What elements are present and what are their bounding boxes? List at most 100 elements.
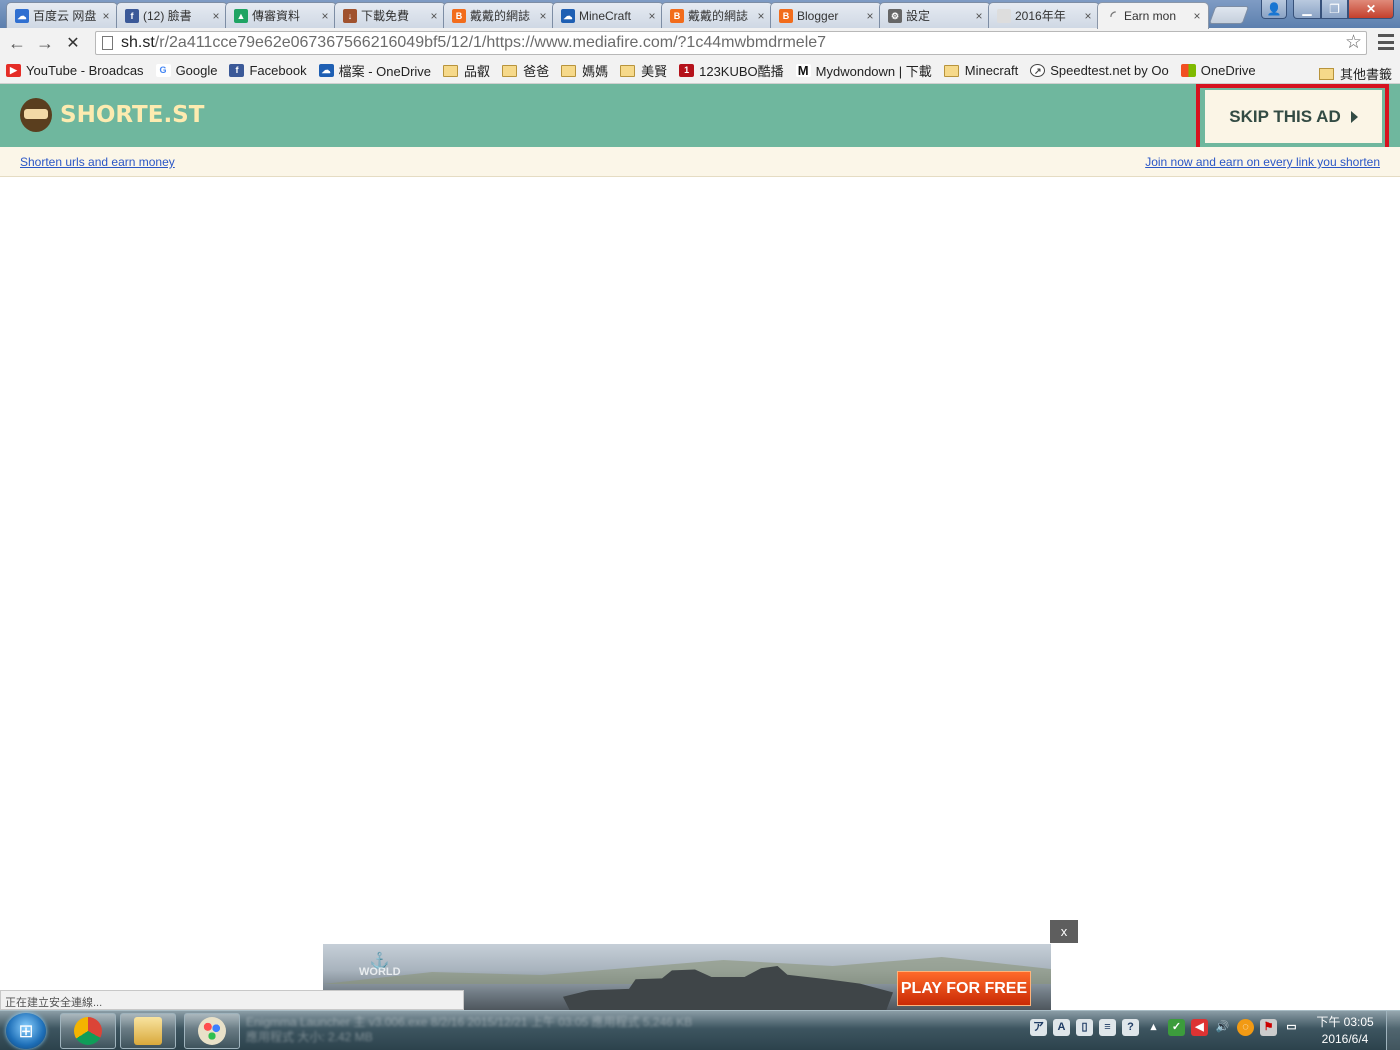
taskbar-chrome[interactable] bbox=[60, 1013, 116, 1049]
chrome-menu-button[interactable] bbox=[1378, 34, 1394, 50]
bookmark-speedtest[interactable]: ↗ Speedtest.net by Oo bbox=[1030, 63, 1169, 78]
tab-blogger[interactable]: B Blogger × bbox=[770, 2, 882, 28]
close-icon[interactable]: × bbox=[1191, 9, 1203, 23]
ad-close-button[interactable]: x bbox=[1050, 920, 1078, 943]
tab-google-drive[interactable]: ▲ 傳審資料 × bbox=[225, 2, 337, 28]
bookmark-onedrive-files[interactable]: ☁ 檔案 - OneDrive bbox=[318, 61, 431, 80]
tab-blog-2[interactable]: B 戴戴的網誌 × bbox=[661, 2, 773, 28]
tab-blog-1[interactable]: B 戴戴的網誌 × bbox=[443, 2, 555, 28]
close-icon[interactable]: × bbox=[319, 9, 331, 23]
network-icon[interactable]: ▭ bbox=[1283, 1019, 1300, 1036]
alert-icon[interactable]: ◀ bbox=[1191, 1019, 1208, 1036]
back-button[interactable]: ← bbox=[3, 29, 31, 57]
clock-date: 2016/6/4 bbox=[1321, 1032, 1369, 1046]
taskbar-paint[interactable] bbox=[184, 1013, 240, 1049]
security-shield-icon[interactable]: ✓ bbox=[1168, 1019, 1185, 1036]
bookmark-label: 123KUBO酷播 bbox=[699, 64, 784, 79]
keyboard-icon[interactable]: ≡ bbox=[1099, 1019, 1116, 1036]
bookmark-facebook[interactable]: f Facebook bbox=[229, 63, 307, 78]
close-icon[interactable]: × bbox=[537, 9, 549, 23]
url-host: sh.st bbox=[121, 34, 155, 51]
tab-baidu[interactable]: ☁ 百度云 网盘 × bbox=[6, 2, 118, 28]
tab-title: 2016年年 bbox=[1015, 9, 1066, 23]
stop-loading-button[interactable]: ✕ bbox=[59, 29, 87, 57]
start-button[interactable]: ⊞ bbox=[6, 1013, 46, 1049]
facebook-icon: f bbox=[125, 8, 139, 23]
tab-strip: ☁ 百度云 网盘 × f (12) 臉書 × ▲ 傳審資料 × ↓ 下載免費 ×… bbox=[0, 0, 1400, 29]
speaker-icon[interactable]: 🔊 bbox=[1214, 1019, 1231, 1036]
blogger-icon: B bbox=[670, 8, 684, 23]
bookmark-label: Mydwondown | 下載 bbox=[815, 64, 932, 79]
chrome-icon bbox=[74, 1017, 102, 1045]
other-bookmarks[interactable]: 其他書籤 bbox=[1318, 64, 1392, 83]
bookmark-123kubo[interactable]: 1 123KUBO酷播 bbox=[679, 61, 784, 80]
new-tab-button[interactable] bbox=[1208, 6, 1250, 24]
maximize-button[interactable]: ❐ bbox=[1321, 0, 1348, 19]
system-clock[interactable]: 下午 03:05 2016/6/4 bbox=[1310, 1014, 1380, 1048]
onedrive-icon: ☁ bbox=[318, 64, 334, 77]
bookmark-folder-3[interactable]: 媽媽 bbox=[561, 61, 608, 80]
bookmark-google[interactable]: G Google bbox=[155, 63, 217, 78]
bookmark-label: 爸爸 bbox=[523, 64, 550, 79]
folder-icon bbox=[561, 64, 577, 77]
forward-button[interactable]: → bbox=[31, 29, 59, 57]
window-controls: 👤 ▁ ❐ ✕ bbox=[1261, 0, 1394, 20]
close-icon[interactable]: × bbox=[646, 9, 658, 23]
close-icon[interactable]: × bbox=[210, 9, 222, 23]
tab-title: Blogger bbox=[797, 8, 839, 23]
bookmark-folder-1[interactable]: 品叡 bbox=[443, 61, 490, 80]
page-icon bbox=[102, 36, 113, 50]
folder-icon bbox=[502, 64, 518, 77]
close-icon[interactable]: × bbox=[864, 9, 876, 23]
layout-icon[interactable]: ▯ bbox=[1076, 1019, 1093, 1036]
user-profile-button[interactable]: 👤 bbox=[1261, 0, 1287, 19]
join-now-link[interactable]: Join now and earn on every link you shor… bbox=[1145, 155, 1380, 169]
close-icon[interactable]: × bbox=[100, 9, 112, 23]
tab-settings[interactable]: ⚙ 設定 × bbox=[879, 2, 991, 28]
close-icon[interactable]: × bbox=[428, 9, 440, 23]
onedrive-icon: ☁ bbox=[561, 8, 575, 23]
tab-title: 百度云 网盘 bbox=[33, 9, 97, 23]
tab-title: 戴戴的網誌 bbox=[688, 9, 749, 23]
m-logo-icon: M bbox=[795, 64, 811, 77]
minimize-button[interactable]: ▁ bbox=[1293, 0, 1321, 19]
loading-spinner-icon: ◜ bbox=[1110, 8, 1116, 23]
shorten-urls-link[interactable]: Shorten urls and earn money bbox=[20, 155, 175, 169]
address-bar[interactable]: sh.st /r/2a411cce79e62e067367566216049bf… bbox=[95, 31, 1367, 55]
windows-taskbar: ⊞ Enigmma Launcher 主 v3.006.exe 8/2/16 2… bbox=[0, 1010, 1400, 1050]
bookmark-onedrive[interactable]: OneDrive bbox=[1180, 63, 1256, 78]
chevron-up-icon[interactable]: ▴ bbox=[1145, 1019, 1162, 1036]
close-icon[interactable]: × bbox=[1082, 9, 1094, 23]
bookmark-star-icon[interactable]: ☆ bbox=[1345, 32, 1362, 54]
tab-facebook[interactable]: f (12) 臉書 × bbox=[116, 2, 228, 28]
bookmark-folder-minecraft[interactable]: Minecraft bbox=[943, 63, 1018, 78]
bookmark-mydwondown[interactable]: M Mydwondown | 下載 bbox=[795, 61, 932, 80]
bookmark-folder-2[interactable]: 爸爸 bbox=[502, 61, 549, 80]
language-a-icon[interactable]: A bbox=[1053, 1019, 1070, 1036]
blogger-icon: B bbox=[779, 8, 793, 23]
tab-earn-money-active[interactable]: ◜ Earn mon × bbox=[1097, 2, 1209, 29]
tab-minecraft[interactable]: ☁ MineCraft × bbox=[552, 2, 664, 28]
google-icon: G bbox=[155, 64, 171, 77]
tab-2016[interactable]: 2016年年 × bbox=[988, 2, 1100, 28]
show-desktop-button[interactable] bbox=[1386, 1011, 1400, 1050]
tab-title: 下載免費 bbox=[361, 9, 410, 23]
browser-toolbar: ← → ✕ sh.st /r/2a411cce79e62e06736756621… bbox=[0, 28, 1400, 58]
bookmark-label: 美賢 bbox=[641, 64, 668, 79]
help-icon[interactable]: ? bbox=[1122, 1019, 1139, 1036]
close-window-button[interactable]: ✕ bbox=[1348, 0, 1394, 19]
bookmark-folder-4[interactable]: 美賢 bbox=[620, 61, 667, 80]
close-icon[interactable]: × bbox=[973, 9, 985, 23]
folder-icon bbox=[1318, 67, 1334, 80]
shortest-subbar: Shorten urls and earn money Join now and… bbox=[0, 147, 1400, 177]
ime-icon[interactable]: ア bbox=[1030, 1019, 1047, 1036]
skip-ad-button[interactable]: SKIP THIS AD bbox=[1205, 90, 1382, 143]
tab-download[interactable]: ↓ 下載免費 × bbox=[334, 2, 446, 28]
shortest-logo[interactable]: SHORTE.ST bbox=[20, 98, 204, 132]
taskbar-explorer[interactable] bbox=[120, 1013, 176, 1049]
close-icon[interactable]: × bbox=[755, 9, 767, 23]
bookmark-youtube[interactable]: ▶ YouTube - Broadcas bbox=[6, 63, 144, 78]
action-center-flag-icon[interactable]: ⚑ bbox=[1260, 1019, 1277, 1036]
update-icon[interactable]: ◌ bbox=[1237, 1019, 1254, 1036]
play-for-free-button[interactable]: PLAY FOR FREE bbox=[897, 971, 1031, 1006]
